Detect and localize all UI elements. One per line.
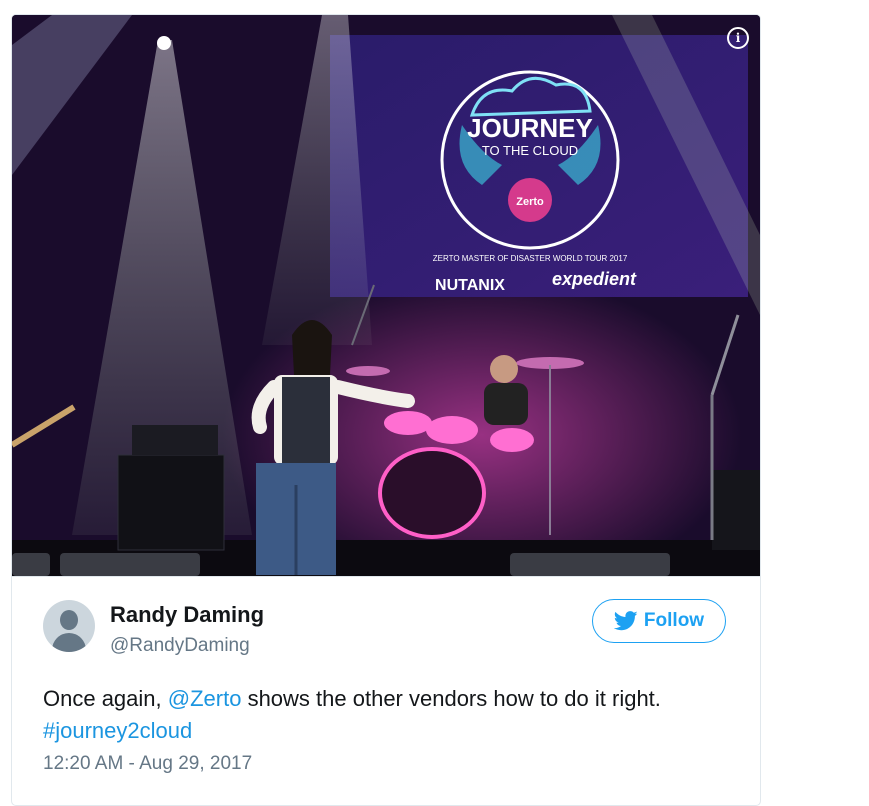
author-name[interactable]: Randy Daming: [110, 602, 264, 628]
avatar-body-shape: [52, 633, 86, 652]
info-icon[interactable]: i: [727, 27, 749, 49]
follow-button[interactable]: Follow: [592, 599, 726, 643]
author-handle[interactable]: @RandyDaming: [110, 635, 250, 657]
tweet-photo[interactable]: JOURNEY TO THE CLOUD Zerto ZERTO MASTER …: [12, 15, 760, 576]
banner-title: JOURNEY: [467, 113, 593, 143]
tweet-text-after: shows the other vendors how to do it rig…: [241, 686, 661, 711]
banner-tour-text: ZERTO MASTER OF DISASTER WORLD TOUR 2017: [433, 254, 628, 263]
divider: [12, 576, 760, 577]
follow-button-label: Follow: [643, 610, 705, 631]
avatar[interactable]: [43, 600, 95, 652]
hashtag-link[interactable]: #journey2cloud: [43, 718, 192, 743]
tweet-timestamp[interactable]: 12:20 AM - Aug 29, 2017: [43, 753, 252, 775]
banner-sponsor-expedient: expedient: [552, 269, 637, 289]
twitter-bird-icon: [613, 611, 638, 631]
banner-sponsor-nutanix: NUTANIX: [435, 277, 505, 294]
embedded-tweet-card: JOURNEY TO THE CLOUD Zerto ZERTO MASTER …: [11, 14, 761, 806]
banner-subtitle: TO THE CLOUD: [482, 143, 578, 158]
avatar-head-shape: [60, 610, 78, 630]
banner-badge: Zerto: [516, 196, 544, 208]
concert-stage-illustration: JOURNEY TO THE CLOUD Zerto ZERTO MASTER …: [12, 15, 760, 576]
tweet-text: Once again, @Zerto shows the other vendo…: [43, 683, 743, 747]
tweet-text-before: Once again,: [43, 686, 162, 711]
mention-link[interactable]: @Zerto: [168, 686, 242, 711]
